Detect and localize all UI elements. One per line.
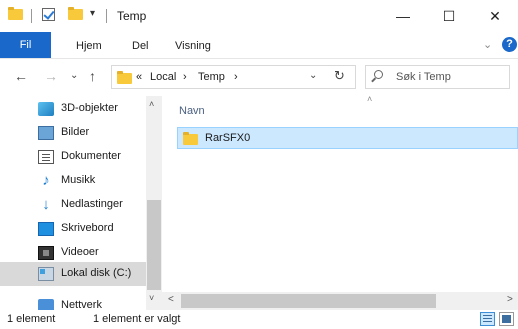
nav-item-dokumenter[interactable]: Dokumenter (0, 145, 146, 169)
scroll-left-icon[interactable]: < (168, 294, 174, 305)
navpane-scrollbar[interactable]: ˄ ˅ (146, 96, 162, 310)
navigation-bar: ← → ⌄ ↑ « Local › Temp › ⌄ ↻ Søk i Temp (0, 58, 518, 96)
new-folder-icon[interactable] (68, 7, 83, 20)
expand-ribbon-icon[interactable]: ⌄ (483, 38, 492, 51)
column-header-navn[interactable]: Navn (179, 105, 205, 117)
address-overflow-icon[interactable]: « (136, 71, 142, 83)
window-title: Temp (117, 9, 147, 23)
tab-del[interactable]: Del (132, 36, 149, 56)
nav-item-skrivebord[interactable]: Skrivebord (0, 217, 146, 241)
status-bar: 1 element 1 element er valgt (0, 310, 518, 329)
breadcrumb-separator-icon-2[interactable]: › (234, 71, 238, 83)
up-button[interactable]: ↑ (89, 68, 96, 84)
folder-icon (183, 132, 198, 145)
scroll-up-icon[interactable]: ˄ (149, 99, 154, 109)
local-disk-icon (38, 267, 54, 281)
details-view-icon (483, 315, 492, 316)
close-button[interactable]: ✕ (472, 0, 518, 32)
maximize-button[interactable]: ☐ (426, 0, 472, 32)
tab-visning[interactable]: Visning (175, 36, 211, 56)
desktop-icon (38, 222, 54, 236)
nav-item-bilder[interactable]: Bilder (0, 121, 146, 145)
properties-checkbox-icon[interactable] (42, 8, 55, 21)
pictures-icon (38, 126, 54, 140)
file-name: RarSFX0 (205, 132, 251, 144)
help-icon[interactable]: ? (502, 37, 517, 52)
recent-locations-icon[interactable]: ⌄ (70, 70, 78, 81)
title-bar: ▾ Temp — ☐ ✕ (0, 0, 518, 32)
forward-button[interactable]: → (44, 68, 58, 84)
nav-item-label: Lokal disk (C:) (61, 267, 132, 279)
downloads-icon: ↓ (42, 196, 50, 213)
address-bar[interactable]: « Local › Temp › ⌄ ↻ (111, 65, 356, 89)
ribbon-tabs: Fil Hjem Del Visning ⌄ ? (0, 32, 518, 58)
selection-count: 1 element er valgt (93, 313, 181, 325)
nav-item-lokal-disk[interactable]: Lokal disk (C:) (0, 262, 146, 286)
back-button[interactable]: ← (14, 68, 28, 84)
nav-item-label: Dokumenter (61, 150, 121, 162)
details-view-button[interactable] (480, 312, 495, 326)
network-icon (38, 299, 54, 310)
search-placeholder: Søk i Temp (396, 71, 451, 83)
address-folder-icon (117, 71, 132, 84)
nav-item-3d-objekter[interactable]: 3D-objekter (0, 97, 146, 121)
nav-item-label: Skrivebord (61, 222, 114, 234)
scroll-down-icon[interactable]: ˅ (149, 293, 154, 303)
file-list: ˄ Navn RarSFX0 (162, 94, 518, 292)
nav-item-label: 3D-objekter (61, 102, 118, 114)
horizontal-scrollbar[interactable]: < > (162, 292, 518, 310)
scrollbar-thumb[interactable] (147, 200, 161, 290)
horizontal-scrollbar-thumb[interactable] (181, 294, 436, 308)
nav-item-label: Videoer (61, 246, 99, 258)
minimize-button[interactable]: — (380, 0, 426, 32)
nav-item-label: Nedlastinger (61, 198, 123, 210)
quick-access-dropdown-icon[interactable]: ▾ (90, 8, 95, 19)
address-dropdown-icon[interactable]: ⌄ (309, 70, 317, 81)
documents-icon (38, 150, 54, 164)
title-separator-2 (106, 9, 107, 23)
nav-item-nedlastinger[interactable]: ↓ Nedlastinger (0, 193, 146, 217)
tab-fil[interactable]: Fil (0, 32, 51, 58)
breadcrumb-separator-icon[interactable]: › (183, 71, 187, 83)
music-icon: ♪ (42, 172, 50, 189)
videos-icon (38, 246, 54, 260)
file-row-rarsfx0[interactable]: RarSFX0 (177, 127, 518, 149)
scroll-right-icon[interactable]: > (507, 294, 513, 305)
nav-item-nettverk[interactable]: Nettverk (0, 294, 146, 310)
sort-ascending-icon: ˄ (367, 94, 373, 104)
nav-item-label: Musikk (61, 174, 96, 186)
nav-item-label: Nettverk (61, 299, 102, 310)
navigation-pane: 3D-objekter Bilder Dokumenter ♪ Musikk ↓… (0, 96, 162, 310)
folder-app-icon[interactable] (8, 7, 23, 20)
tab-hjem[interactable]: Hjem (76, 36, 102, 56)
breadcrumb-temp[interactable]: Temp (198, 71, 225, 83)
title-separator (31, 9, 32, 23)
search-box[interactable]: Søk i Temp (365, 65, 510, 89)
nav-item-musikk[interactable]: ♪ Musikk (0, 169, 146, 193)
refresh-icon[interactable]: ↻ (334, 68, 345, 84)
breadcrumb-local[interactable]: Local (150, 71, 176, 83)
item-count: 1 element (7, 313, 56, 325)
3d-objects-icon (38, 102, 54, 116)
large-icons-view-button[interactable] (499, 312, 514, 326)
nav-item-label: Bilder (61, 126, 90, 138)
large-icons-view-icon (502, 315, 511, 323)
search-icon (374, 70, 383, 79)
